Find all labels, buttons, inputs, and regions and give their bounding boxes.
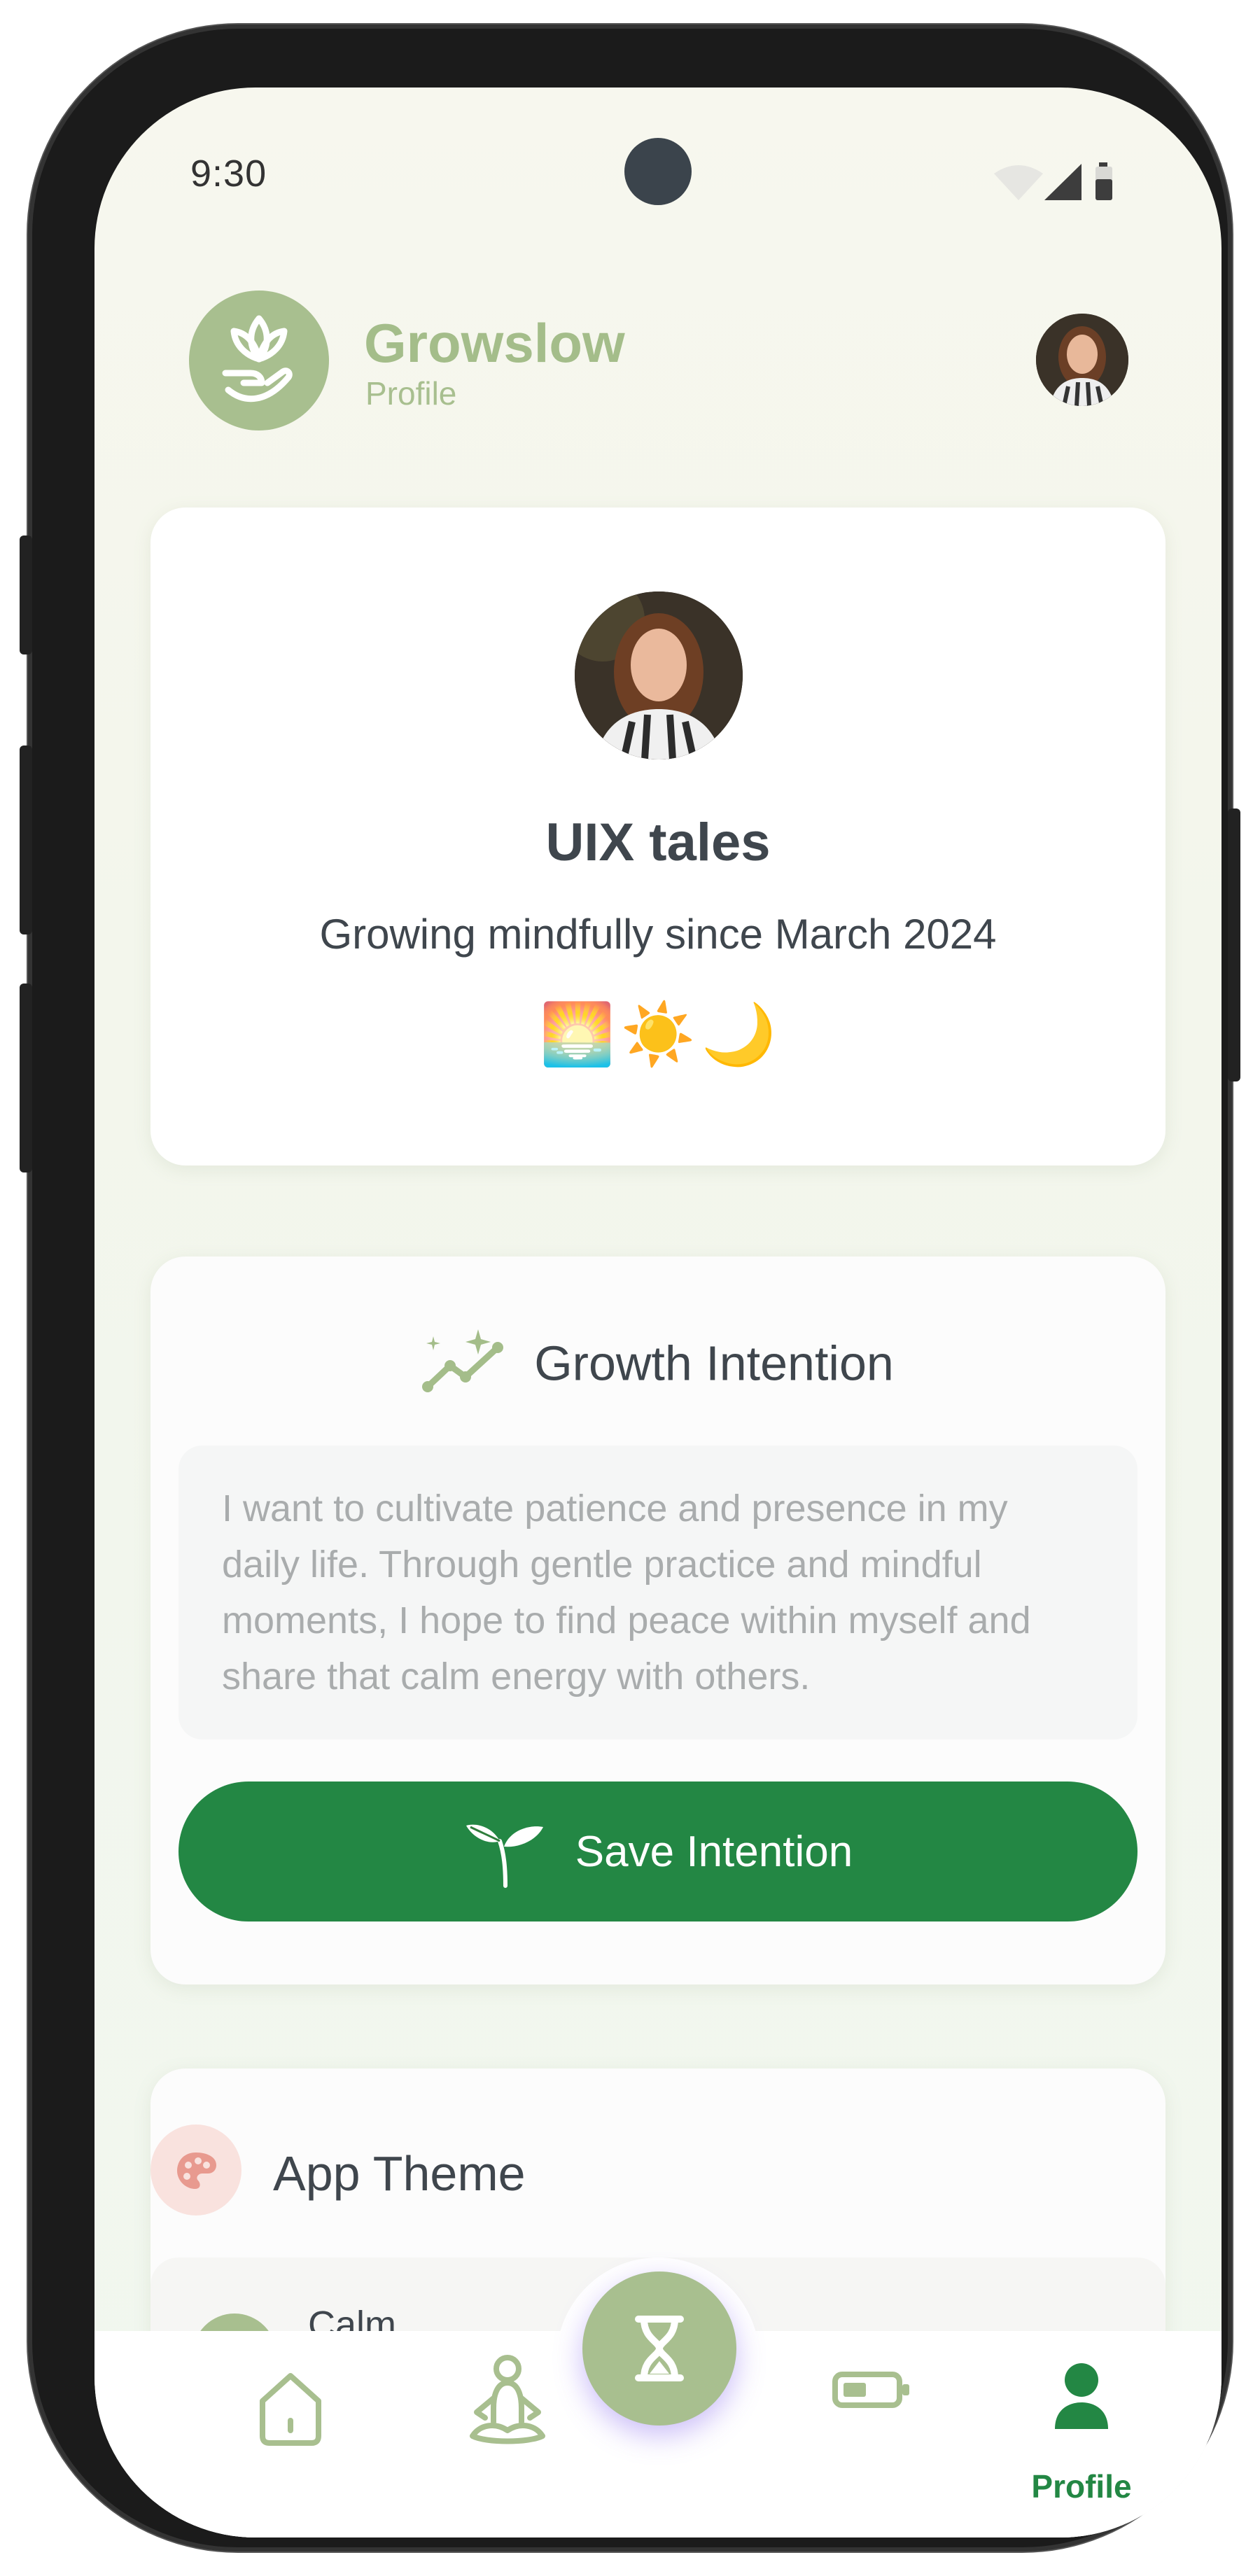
hourglass-icon <box>635 2316 684 2381</box>
home-icon <box>260 2373 321 2446</box>
profile-avatar[interactable] <box>575 592 743 760</box>
app-name: Growslow <box>364 312 625 374</box>
header-avatar[interactable] <box>1036 314 1128 406</box>
nav-profile[interactable]: Profile <box>1011 2331 1152 2538</box>
status-icons <box>994 162 1112 200</box>
growth-intention-card: Growth Intention I want to cultivate pat… <box>150 1256 1166 1984</box>
sprout-icon <box>463 1805 547 1899</box>
profile-icon <box>1055 2363 1108 2429</box>
wifi-icon <box>994 165 1043 200</box>
nav-profile-label: Profile <box>1031 2468 1132 2505</box>
growth-trend-icon <box>422 1326 506 1408</box>
palette-icon <box>150 2124 241 2216</box>
volume-down-button <box>20 983 32 1172</box>
mood-emojis: 🌅☀️🌙 <box>150 1004 1166 1065</box>
save-intention-button[interactable]: Save Intention <box>178 1782 1138 1921</box>
phone-frame: 9:30 Growslow Profile UIX tales Growing … <box>20 24 1240 2552</box>
status-bar: 9:30 <box>94 88 1222 206</box>
power-button <box>1228 808 1240 1082</box>
app-theme-title: App Theme <box>273 2146 526 2201</box>
silent-switch <box>20 536 32 654</box>
screen: 9:30 Growslow Profile UIX tales Growing … <box>94 88 1222 2538</box>
page-name: Profile <box>365 375 457 412</box>
front-camera <box>624 138 692 205</box>
lotus-hand-icon <box>222 315 293 402</box>
meditation-icon <box>470 2355 545 2444</box>
moon-emoji: 🌙 <box>701 1001 776 1068</box>
profile-tagline: Growing mindfully since March 2024 <box>319 911 997 958</box>
volume-up-button <box>20 746 32 934</box>
avatar-image <box>1036 314 1128 406</box>
nav-meditation[interactable] <box>438 2331 578 2538</box>
avatar-image <box>575 592 743 760</box>
energy-icon <box>832 2372 909 2408</box>
sunrise-emoji: 🌅 <box>540 1001 615 1068</box>
save-intention-label: Save Intention <box>575 1827 853 1876</box>
intention-textarea[interactable]: I want to cultivate patience and presenc… <box>178 1446 1138 1740</box>
timer-fab-button[interactable] <box>582 2272 736 2426</box>
signal-icon <box>1044 164 1082 200</box>
nav-energy[interactable] <box>802 2331 941 2538</box>
profile-card: UIX tales Growing mindfully since March … <box>150 507 1166 1166</box>
app-header: Growslow Profile <box>189 290 1134 430</box>
status-time: 9:30 <box>190 153 267 195</box>
growth-intention-title: Growth Intention <box>534 1336 894 1391</box>
sun-emoji: ☀️ <box>620 1001 696 1068</box>
app-logo[interactable] <box>189 290 329 430</box>
nav-home[interactable] <box>220 2331 360 2538</box>
growth-intention-heading: Growth Intention <box>150 1326 1166 1408</box>
profile-name: UIX tales <box>545 813 771 872</box>
